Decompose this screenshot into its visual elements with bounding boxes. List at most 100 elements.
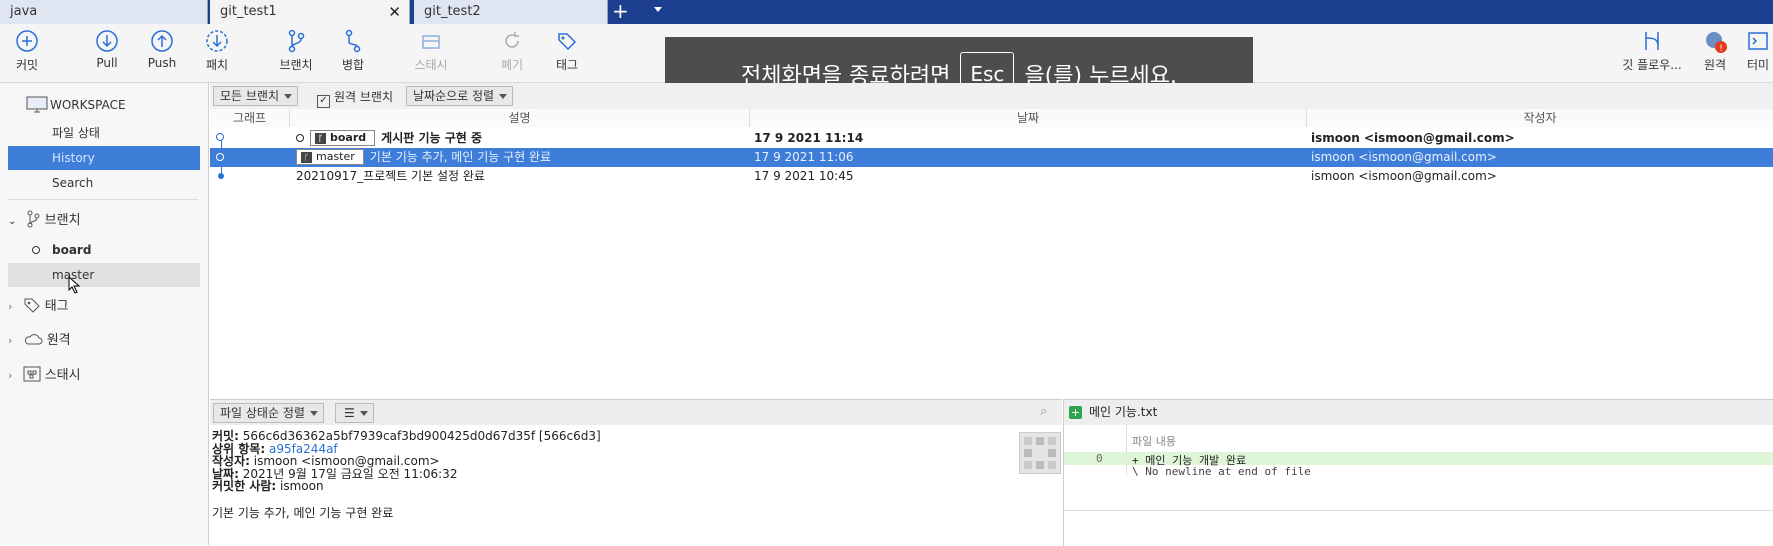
tab-label: git_test1	[220, 4, 277, 19]
sidebar-branch-master[interactable]: master	[8, 263, 200, 287]
date-cell: 17 9 2021 11:06	[754, 150, 854, 164]
date-cell: 17 9 2021 11:14	[754, 131, 864, 145]
plus-circle-icon	[16, 30, 38, 52]
avatar	[1019, 432, 1061, 474]
push-label: Push	[147, 56, 177, 70]
remote-button[interactable]: ! 원격	[1685, 28, 1745, 73]
remote-label: 원격	[1703, 58, 1727, 72]
tab-label: git_test2	[424, 4, 481, 19]
sidebar-group-remotes[interactable]: › 원격	[8, 327, 71, 355]
list-icon: ☰	[344, 406, 355, 420]
checkbox-checked-icon: ✓	[317, 95, 330, 108]
date-cell: 17 9 2021 10:45	[754, 169, 854, 183]
stash-label: 스태시	[414, 58, 448, 72]
close-icon[interactable]: ✕	[388, 0, 401, 24]
commit-message: 게시판 기능 구현 중	[381, 131, 483, 145]
commit-button[interactable]: 커밋	[0, 28, 57, 73]
tags-label: 태그	[44, 299, 69, 314]
branch-icon	[27, 210, 40, 228]
no-newline-notice: \ No newline at end of file	[1132, 465, 1311, 478]
monitor-icon	[26, 96, 48, 113]
globe-alert-icon: !	[1706, 32, 1727, 54]
pull-label: Pull	[96, 56, 118, 70]
commit-node-icon	[216, 133, 224, 141]
merge-label: 병합	[341, 58, 365, 72]
all-branches-dropdown[interactable]: 모든 브랜치	[213, 86, 299, 106]
file-sort-dropdown[interactable]: 파일 상태순 정렬	[213, 403, 324, 423]
column-author[interactable]: 작성자	[1307, 109, 1773, 127]
branch-tag[interactable]: ᚴ master	[296, 149, 364, 165]
sidebar-group-stashes[interactable]: › 스태시	[8, 362, 81, 390]
table-row[interactable]: 20210917_프로젝트 기본 설정 완료 17 9 2021 10:45 i…	[210, 167, 1773, 186]
head-indicator-icon	[296, 134, 304, 142]
sidebar-item-file-status[interactable]: 파일 상태	[8, 121, 200, 145]
diff-file-name: 메인 기능.txt	[1089, 405, 1158, 419]
diff-divider	[1064, 510, 1773, 511]
table-row[interactable]: ᚴ board 게시판 기능 구현 중 17 9 2021 11:14 ismoon…	[210, 129, 1773, 148]
tab-java[interactable]: java	[0, 0, 208, 24]
cloud-icon	[24, 334, 42, 345]
commit-node-icon	[218, 173, 224, 179]
table-row-selected[interactable]: ᚴ master 기본 기능 추가, 메인 기능 구현 완료 17 9 2021 1…	[210, 148, 1773, 167]
tag-label: 태그	[555, 58, 579, 72]
branch-icon: ᚴ	[315, 133, 326, 144]
sidebar-item-search[interactable]: Search	[8, 171, 200, 195]
branch-name: board	[52, 243, 92, 257]
discard-label: 폐기	[500, 58, 524, 72]
view-mode-dropdown[interactable]: ☰	[335, 403, 374, 423]
stash-button[interactable]: 스태시	[401, 28, 461, 73]
commit-label: 커밋	[15, 58, 39, 72]
tab-label: java	[10, 4, 38, 19]
remote-branches-checkbox[interactable]: ✓ 원격 브랜치	[317, 88, 393, 108]
history-panel: 모든 브랜치 ✓ 원격 브랜치 날짜순으로 정렬 그래프 설명 날짜 작성자 ᚴb…	[210, 83, 1773, 399]
pull-button[interactable]: Pull	[77, 28, 137, 70]
author-cell: ismoon <ismoon@gmail.com>	[1311, 150, 1497, 164]
commit-details: 커밋: 566c6d36362a5bf7939caf3bd900425d0d67…	[212, 430, 601, 519]
column-graph[interactable]: 그래프	[210, 109, 290, 127]
stash-icon	[422, 35, 440, 49]
commit-node-icon	[216, 153, 224, 161]
gutter-divider	[1126, 425, 1127, 475]
tag-button[interactable]: 태그	[537, 28, 597, 73]
arrow-down-circle-icon	[96, 30, 118, 52]
merge-button[interactable]: 병합	[323, 28, 383, 73]
tab-git-test2[interactable]: git_test2	[414, 0, 608, 24]
tab-git-test1[interactable]: git_test1 ✕	[210, 0, 410, 24]
branch-icon: ᚴ	[301, 152, 312, 163]
fetch-button[interactable]: 패치	[187, 28, 247, 73]
tab-menu-chevron-icon[interactable]	[654, 7, 662, 12]
search-icon[interactable]: ⌕	[1040, 404, 1047, 419]
sidebar-group-tags[interactable]: › 태그	[8, 293, 69, 321]
branch-tag[interactable]: ᚴ board	[310, 130, 376, 146]
fetch-label: 패치	[205, 58, 229, 72]
discard-button[interactable]: 폐기	[482, 28, 542, 73]
branch-button[interactable]: 브랜치	[266, 28, 326, 73]
column-description[interactable]: 설명	[290, 109, 750, 127]
committer-label: 커밋한 사람:	[212, 479, 277, 493]
file-added-icon: +	[1069, 406, 1082, 419]
gitflow-button[interactable]: 깃 플로우...	[1622, 28, 1682, 73]
description-cell: ᚴ master 기본 기능 추가, 메인 기능 구현 완료	[296, 148, 551, 167]
branch-tag-label: master	[316, 150, 355, 163]
diff-hunk-header: 파일 내용	[1132, 435, 1176, 448]
sidebar-item-history[interactable]: History	[8, 146, 200, 170]
merge-icon	[345, 29, 361, 53]
sidebar-branch-board[interactable]: board	[8, 238, 200, 262]
current-branch-icon	[32, 246, 40, 254]
sort-dropdown[interactable]: 날짜순으로 정렬	[406, 86, 514, 106]
gitflow-label: 깃 플로우...	[1622, 58, 1682, 72]
column-date[interactable]: 날짜	[750, 109, 1307, 127]
tag-icon	[24, 298, 40, 313]
author-cell: ismoon <ismoon@gmail.com>	[1311, 169, 1497, 183]
svg-text:!: !	[1719, 44, 1723, 54]
chevron-right-icon: ›	[8, 300, 13, 313]
committer-value: ismoon	[280, 479, 324, 493]
terminal-button[interactable]: 터미	[1738, 28, 1773, 73]
sidebar-group-branches[interactable]: ⌄ 브랜치	[8, 207, 81, 235]
diff-added-line: 0 + 메인 기능 개발 완료	[1064, 452, 1773, 467]
push-button[interactable]: Push	[132, 28, 192, 70]
add-tab-icon[interactable]: +	[612, 0, 629, 22]
branch-tag-label: board	[330, 131, 367, 144]
chevron-right-icon: ›	[8, 334, 13, 347]
workspace-heading: WORKSPACE	[50, 98, 126, 112]
